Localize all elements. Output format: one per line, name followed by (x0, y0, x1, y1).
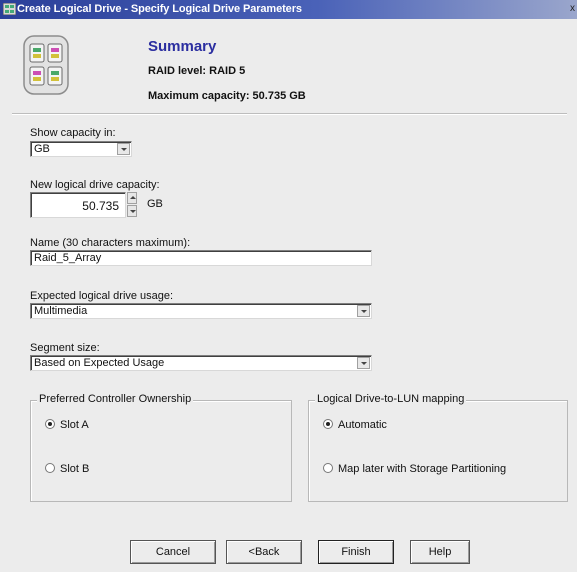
slot-a-radio[interactable]: Slot A (45, 419, 89, 431)
lun-mapping-title: Logical Drive-to-LUN mapping (315, 393, 467, 405)
max-capacity-text: Maximum capacity: 50.735 GB (148, 90, 306, 102)
automatic-label: Automatic (338, 419, 387, 431)
slot-a-label: Slot A (60, 419, 89, 431)
radio-selected-icon[interactable] (45, 419, 55, 429)
summary-heading: Summary (148, 38, 217, 55)
spin-up-icon[interactable] (127, 192, 137, 204)
capacity-value: 50.735 (82, 199, 119, 213)
name-label: Name (30 characters maximum): (30, 237, 191, 249)
segment-value: Based on Expected Usage (34, 357, 165, 369)
name-input[interactable]: Raid_5_Array (30, 250, 372, 266)
finish-button[interactable]: Finish (318, 540, 394, 564)
new-capacity-label: New logical drive capacity: (30, 179, 160, 191)
chevron-down-icon[interactable] (117, 143, 130, 155)
close-icon[interactable]: x (570, 3, 575, 14)
controller-ownership-group: Preferred Controller Ownership Slot A Sl… (30, 393, 292, 502)
capacity-unit: GB (147, 198, 163, 210)
automatic-radio[interactable]: Automatic (323, 419, 387, 431)
title-bar[interactable]: Create Logical Drive - Specify Logical D… (0, 0, 577, 19)
create-logical-drive-dialog: Create Logical Drive - Specify Logical D… (0, 0, 577, 572)
usage-label: Expected logical drive usage: (30, 290, 174, 302)
spin-down-icon[interactable] (127, 205, 137, 217)
capacity-spinner[interactable] (127, 192, 137, 218)
window-title: Create Logical Drive - Specify Logical D… (17, 3, 302, 15)
segment-label: Segment size: (30, 342, 100, 354)
app-icon (3, 3, 16, 15)
lun-mapping-group: Logical Drive-to-LUN mapping Automatic M… (308, 393, 568, 502)
controller-ownership-title: Preferred Controller Ownership (37, 393, 194, 405)
disk-array-icon (23, 35, 69, 95)
segment-select[interactable]: Based on Expected Usage (30, 355, 372, 371)
capacity-input[interactable]: 50.735 (30, 192, 126, 218)
name-value: Raid_5_Array (34, 252, 102, 264)
usage-value: Multimedia (34, 305, 88, 317)
radio-unselected-icon[interactable] (45, 463, 55, 473)
radio-selected-icon[interactable] (323, 419, 333, 429)
map-later-label: Map later with Storage Partitioning (338, 463, 507, 475)
radio-unselected-icon[interactable] (323, 463, 333, 473)
slot-b-label: Slot B (60, 463, 90, 475)
cancel-button[interactable]: Cancel (130, 540, 216, 564)
map-later-radio[interactable]: Map later with Storage Partitioning (323, 463, 506, 475)
back-button[interactable]: <Back (226, 540, 302, 564)
chevron-down-icon[interactable] (357, 305, 370, 317)
show-capacity-select[interactable]: GB (30, 141, 132, 157)
separator (12, 113, 567, 115)
raid-level-text: RAID level: RAID 5 (148, 65, 246, 77)
help-button[interactable]: Help (410, 540, 470, 564)
show-capacity-label: Show capacity in: (30, 127, 116, 139)
usage-select[interactable]: Multimedia (30, 303, 372, 319)
slot-b-radio[interactable]: Slot B (45, 463, 89, 475)
chevron-down-icon[interactable] (357, 357, 370, 369)
show-capacity-value: GB (34, 143, 50, 155)
